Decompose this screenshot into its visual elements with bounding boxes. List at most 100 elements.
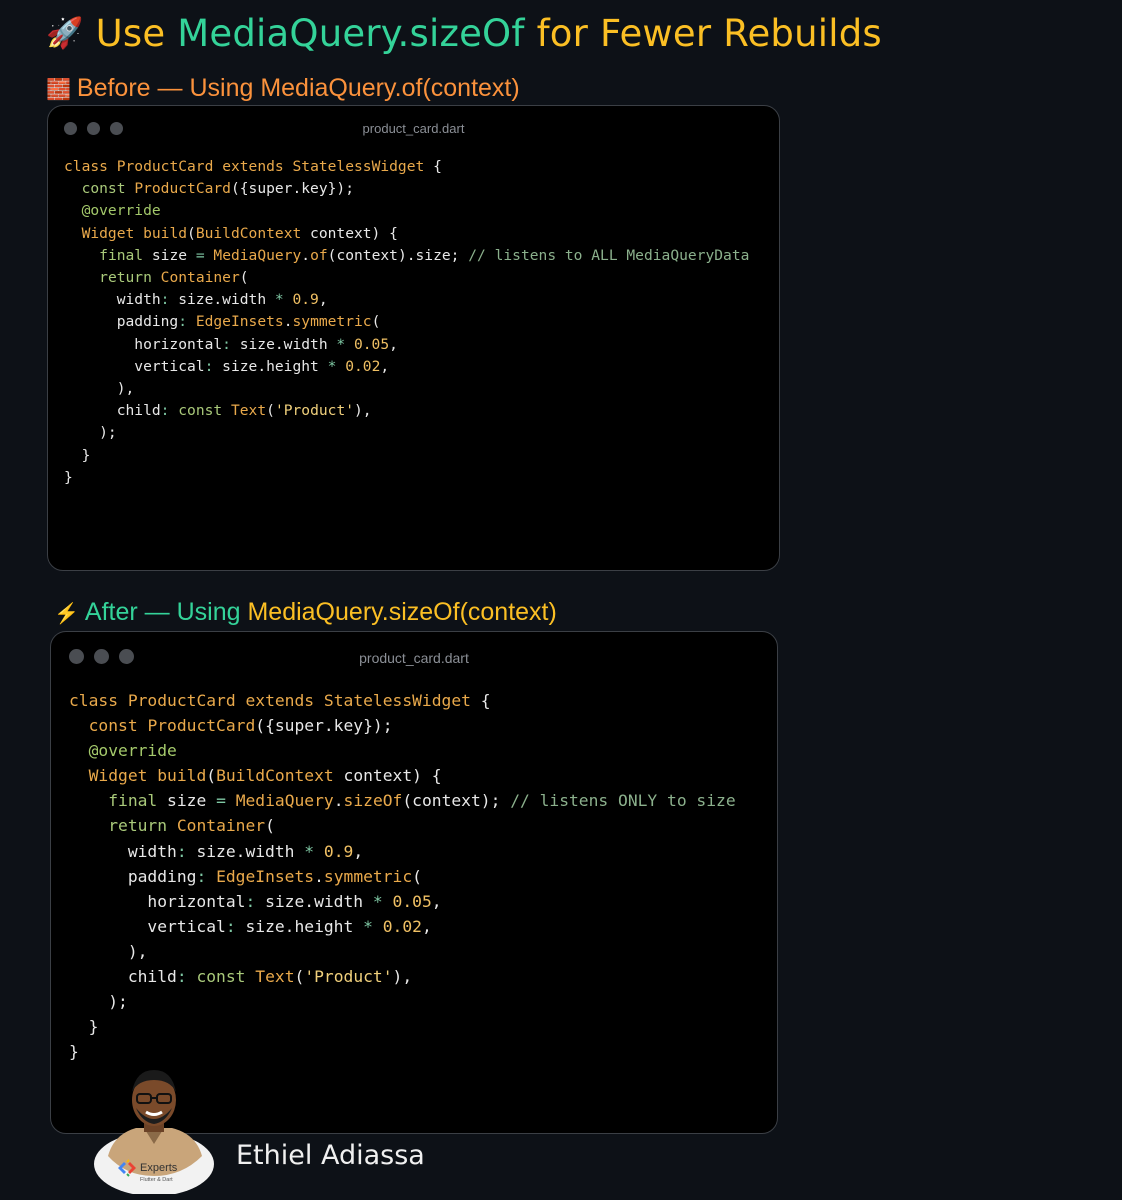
code-token: ( <box>266 402 275 420</box>
badge-text: Experts <box>140 1162 178 1174</box>
code-token: ( <box>239 269 249 287</box>
code-token: EdgeInsets <box>195 313 284 331</box>
code-token: : <box>222 335 231 353</box>
code-token: } <box>69 1017 99 1037</box>
code-token: 0.02 <box>382 916 422 936</box>
lightning-icon: ⚡ <box>54 603 79 625</box>
code-token: final <box>108 791 158 811</box>
code-token: ), <box>354 402 372 420</box>
code-line: horizontal: size.width * 0.05, <box>64 334 749 356</box>
code-token: * <box>372 891 383 911</box>
code-token: , <box>421 916 432 936</box>
code-token: vertical <box>69 916 226 936</box>
code-token: ( <box>187 224 196 242</box>
before-section-label: 🧱 Before — Using MediaQuery.of(context) <box>46 74 520 103</box>
code-token: { <box>470 691 491 710</box>
code-block: class ProductCard extends StatelessWidge… <box>69 688 736 1064</box>
code-token: ( <box>294 967 305 987</box>
code-token: BuildContext <box>195 224 302 242</box>
rocket-icon: 🚀 <box>46 16 84 51</box>
code-line: Widget build(BuildContext context) { <box>64 223 749 245</box>
code-token: context) { <box>301 224 398 242</box>
code-token: * <box>274 291 284 309</box>
code-token: width <box>64 291 161 309</box>
window-titlebar: product_card.dart <box>51 632 777 676</box>
code-token: ( <box>206 766 217 786</box>
code-token: BuildContext <box>216 766 334 786</box>
code-line: } <box>64 445 749 467</box>
code-line: class ProductCard extends StatelessWidge… <box>69 688 736 713</box>
code-token: ProductCard <box>147 716 256 736</box>
code-token: (context); <box>402 791 511 811</box>
code-token: StatelessWidget <box>323 691 471 710</box>
code-token: padding <box>69 866 197 886</box>
code-token: padding <box>64 313 179 331</box>
code-block: class ProductCard extends StatelessWidge… <box>64 156 749 489</box>
code-token: : <box>176 841 187 861</box>
code-token: class <box>69 691 119 710</box>
code-token: 'Product' <box>274 402 355 420</box>
code-token: , <box>389 335 398 353</box>
code-token: size.height <box>235 916 364 936</box>
code-token: 0.05 <box>392 891 432 911</box>
code-token: 0.9 <box>323 841 354 861</box>
author-name: Ethiel Adiassa <box>236 1140 425 1171</box>
title-text-end: for Fewer Rebuilds <box>524 12 882 55</box>
code-token: Widget <box>81 224 135 242</box>
code-token: child <box>69 967 177 987</box>
code-token: final <box>99 246 144 264</box>
code-token: } <box>69 1042 79 1062</box>
code-token: of <box>310 246 328 264</box>
code-token: ), <box>64 380 135 398</box>
code-token: { <box>424 158 442 175</box>
code-line: padding: EdgeInsets.symmetric( <box>69 864 736 889</box>
code-token: size.width <box>186 841 305 861</box>
code-token: : <box>196 866 207 886</box>
code-token: , <box>353 841 364 861</box>
code-token: EdgeInsets <box>216 866 315 886</box>
code-token: . <box>314 866 324 886</box>
code-token: width <box>69 841 177 861</box>
code-token: . <box>301 246 311 264</box>
code-token: class <box>64 158 108 175</box>
code-token: } <box>64 446 91 464</box>
code-token: const <box>178 402 223 420</box>
after-code-window: product_card.dart class ProductCard exte… <box>50 631 778 1134</box>
file-name: product_card.dart <box>362 121 465 136</box>
code-token: @override <box>88 741 177 761</box>
code-token: const <box>81 180 126 198</box>
code-token: ProductCard <box>134 180 231 198</box>
code-token: Container <box>160 269 240 287</box>
title-text-highlight: MediaQuery.sizeOf <box>177 12 525 55</box>
code-line: ), <box>64 378 749 400</box>
code-token: StatelessWidget <box>292 158 425 175</box>
code-line: return Container( <box>64 267 749 289</box>
code-line: class ProductCard extends StatelessWidge… <box>64 156 749 178</box>
file-name: product_card.dart <box>359 650 469 666</box>
code-token: 0.9 <box>292 291 319 309</box>
code-token: extends <box>222 158 284 175</box>
code-token: , <box>318 291 328 309</box>
code-token: ({super.key}); <box>230 180 354 198</box>
code-token: symmetric <box>323 866 413 886</box>
code-token: . <box>283 313 293 331</box>
code-token: ); <box>64 424 117 442</box>
code-token: * <box>363 916 373 936</box>
code-line: child: const Text('Product'), <box>69 964 736 989</box>
code-token: } <box>64 468 73 486</box>
code-token: ( <box>412 866 422 886</box>
